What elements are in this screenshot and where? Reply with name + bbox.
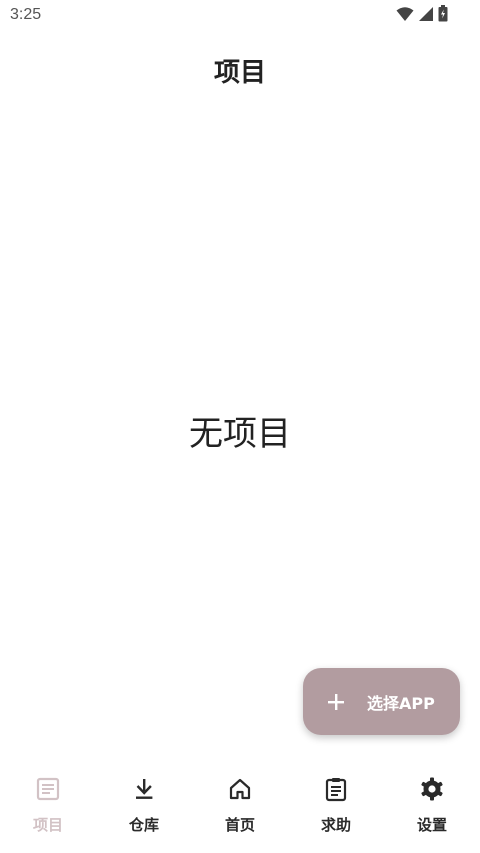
status-bar: 3:25 [0,0,480,30]
status-time: 3:25 [10,6,42,23]
select-app-label: 选择APP [367,693,435,713]
signal-icon [418,6,434,26]
nav-label-projects: 项目 [32,816,63,834]
document-icon [34,775,62,803]
bottom-navigation: 项目 仓库 首页 求助 设置 [0,757,480,853]
clipboard-icon [322,775,350,803]
nav-label-home: 首页 [224,816,255,834]
home-icon [226,775,254,803]
status-icons [396,5,448,26]
wifi-icon [396,6,414,26]
page-title: 项目 [213,58,266,88]
app-screen: 3:25 项目 无项目 选择APP 项目 仓库 首页 求助 设置 [0,0,480,853]
select-app-button[interactable]: 选择APP [303,668,460,735]
download-icon [130,775,158,803]
nav-label-settings: 设置 [416,816,447,834]
nav-item-repository[interactable]: 仓库 [96,757,192,853]
plus-icon [325,691,347,713]
empty-state-message: 无项目 [189,414,291,454]
nav-item-settings[interactable]: 设置 [384,757,480,853]
nav-label-help: 求助 [320,816,351,834]
nav-item-help[interactable]: 求助 [288,757,384,853]
battery-icon [438,5,448,26]
nav-item-projects[interactable]: 项目 [0,757,96,853]
nav-item-home[interactable]: 首页 [192,757,288,853]
gear-icon [418,775,446,803]
nav-label-repository: 仓库 [128,816,159,834]
